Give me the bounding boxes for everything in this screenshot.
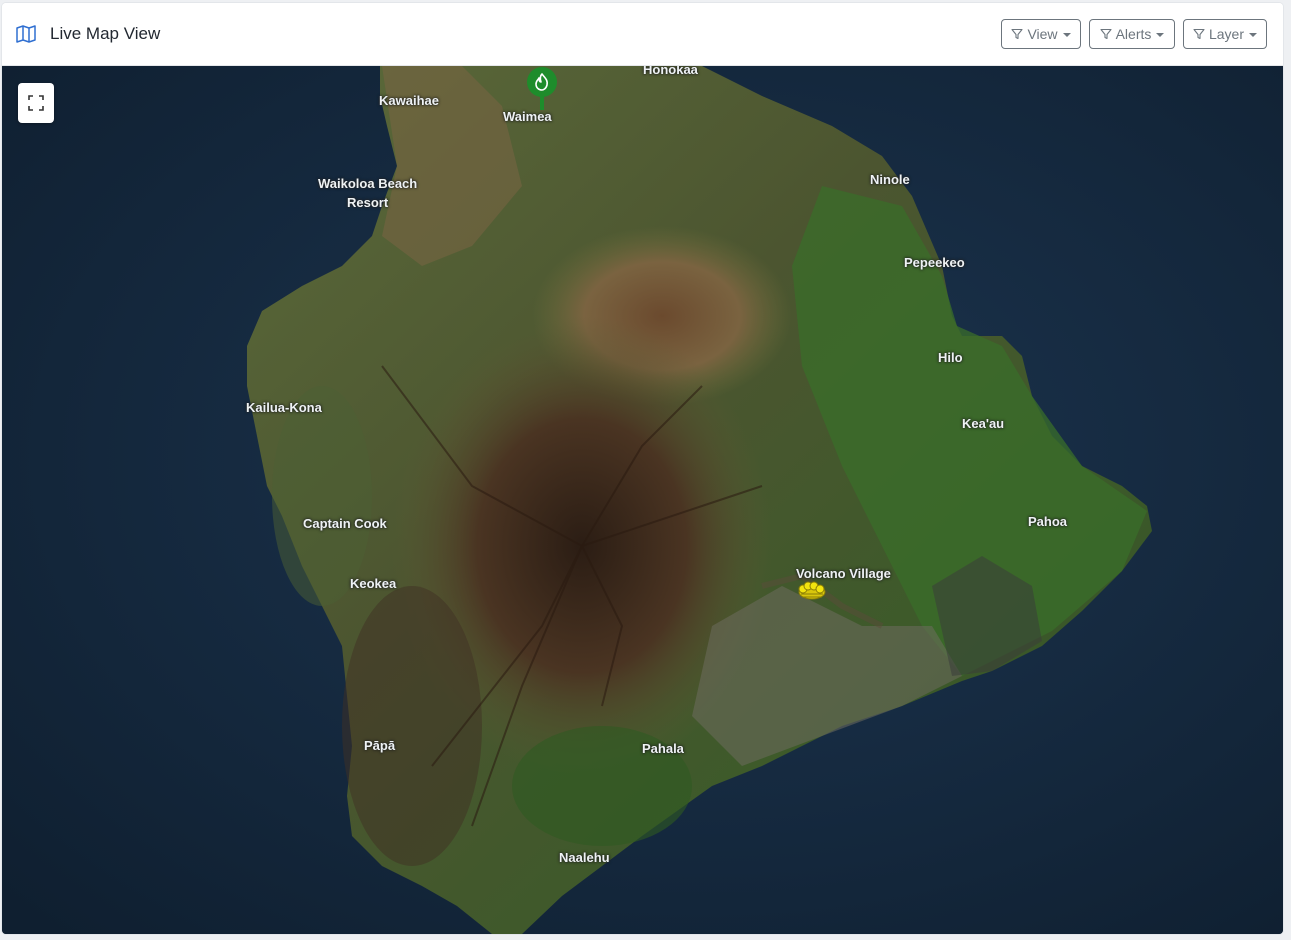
alerts-button[interactable]: Alerts xyxy=(1089,19,1175,49)
layer-button[interactable]: Layer xyxy=(1183,19,1267,49)
map-canvas[interactable]: Honokaa Kawaihae Waimea Waikoloa Beach R… xyxy=(2,66,1283,934)
chevron-down-icon xyxy=(1156,32,1165,37)
alerts-button-label: Alerts xyxy=(1115,26,1152,42)
place-label: Waikoloa Beach Resort xyxy=(318,176,418,210)
place-label: Pāpā xyxy=(364,738,396,753)
alert-cluster-icon xyxy=(798,581,826,600)
view-button[interactable]: View xyxy=(1001,19,1081,49)
place-label: Captain Cook xyxy=(303,516,387,531)
place-label: Keokea xyxy=(350,576,397,591)
map-card: Live Map View View Alerts Layer Honokaa … xyxy=(2,3,1283,934)
place-label: Hilo xyxy=(938,350,963,365)
place-label: Honokaa xyxy=(643,66,698,77)
chevron-down-icon xyxy=(1249,32,1258,37)
place-label: Naalehu xyxy=(559,850,610,865)
place-label: Kawaihae xyxy=(379,93,439,108)
place-label: Kailua-Kona xyxy=(246,400,322,415)
filter-icon xyxy=(1100,28,1112,40)
view-button-label: View xyxy=(1027,26,1058,42)
fire-marker[interactable] xyxy=(525,66,559,112)
fullscreen-icon xyxy=(28,95,44,111)
alert-cluster-marker[interactable] xyxy=(792,574,832,604)
layer-button-label: Layer xyxy=(1208,26,1245,42)
filter-icon xyxy=(1011,28,1024,40)
page-title: Live Map View xyxy=(50,24,161,43)
filter-icon xyxy=(1193,28,1205,40)
map-icon xyxy=(16,25,36,43)
satellite-imagery xyxy=(2,66,1283,934)
fullscreen-button[interactable] xyxy=(18,83,54,123)
place-label: Pahoa xyxy=(1028,514,1068,529)
place-label: Ninole xyxy=(870,172,910,187)
place-label: Kea'au xyxy=(962,416,1005,431)
chevron-down-icon xyxy=(1062,32,1071,37)
place-label: Pahala xyxy=(642,741,684,756)
fire-icon xyxy=(527,67,557,110)
place-label: Pepeekeo xyxy=(904,255,965,270)
card-header: Live Map View View Alerts Layer xyxy=(2,3,1283,66)
